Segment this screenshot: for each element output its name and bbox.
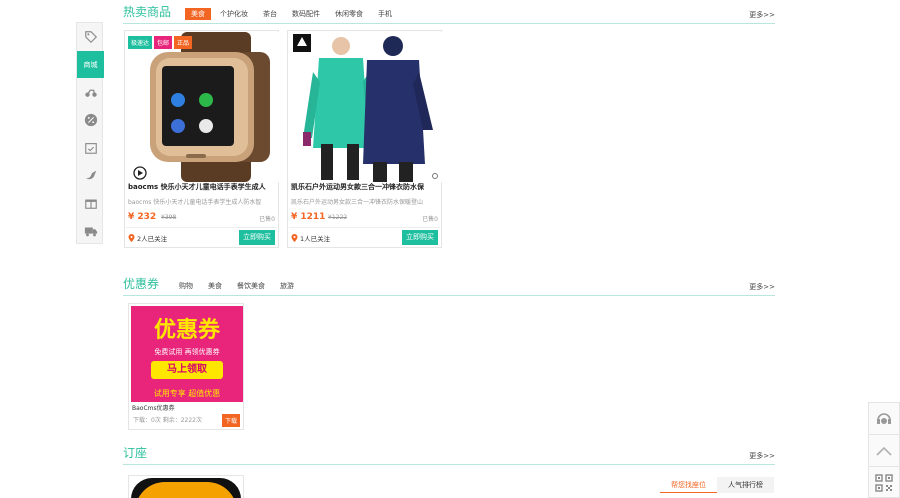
product-title[interactable]: baocms 快乐小天才儿童电话手表学生成人: [128, 182, 278, 192]
buy-now-button[interactable]: 立即购买: [239, 230, 275, 245]
sidebar-item-booking[interactable]: [77, 134, 104, 162]
product-title[interactable]: 凯乐石户外运动男女款三合一冲锋衣防水保: [291, 182, 441, 192]
sidebar-item-label: 商城: [83, 60, 98, 69]
product-old-price: ¥1222: [328, 214, 348, 221]
truck-icon: [84, 227, 97, 236]
badge-free-shipping: 包邮: [154, 36, 173, 49]
seat-image: [131, 478, 241, 498]
more-link[interactable]: 更多>>: [749, 10, 775, 20]
product-sold-count: 已售0: [422, 216, 438, 223]
tab-find-seat[interactable]: 帮您找座位: [660, 477, 717, 493]
category-sidebar: 商城: [76, 22, 104, 245]
back-to-top-button[interactable]: [869, 435, 899, 467]
headset-icon: [877, 412, 891, 424]
coupon-card[interactable]: 优惠券 免费试用 再领优惠券 马上领取 试用专享 超值优惠 BaoCms优惠券 …: [128, 303, 244, 430]
product-subtitle: 凯乐石户外运动男女款三合一冲锋衣防水保暖登山: [291, 199, 424, 206]
jacket-image: [293, 34, 438, 182]
hot-products-header: 热卖商品 美食 个护化妆 茶台 数码配件 休闲零食 手机 更多>>: [123, 2, 775, 24]
tab-food[interactable]: 美食: [202, 280, 228, 292]
location-pin-icon: [291, 234, 298, 242]
product-image[interactable]: 极速达 包邮 正品: [126, 32, 279, 182]
tab-snacks[interactable]: 休闲零食: [329, 8, 369, 20]
follow-count: 2人已关注: [137, 235, 168, 243]
tab-phones[interactable]: 手机: [372, 8, 398, 20]
smartwatch-image: [133, 32, 270, 182]
product-price: ¥ 1211: [291, 212, 326, 222]
sidebar-item-truck[interactable]: [77, 217, 104, 245]
product-sold-count: 已售0: [259, 216, 275, 223]
motorbike-icon: [84, 89, 97, 98]
coupon-header: 优惠券 购物 美食 餐饮美食 旅游 更多>>: [123, 274, 775, 296]
tab-food[interactable]: 美食: [185, 8, 212, 20]
customer-service-button[interactable]: [869, 403, 899, 435]
tab-shopping[interactable]: 购物: [173, 280, 199, 292]
sidebar-item-discount[interactable]: [77, 106, 104, 134]
seat-card[interactable]: [128, 475, 244, 498]
tab-tea[interactable]: 茶台: [257, 8, 283, 20]
sidebar-item-motorbike[interactable]: [77, 78, 104, 106]
more-link[interactable]: 更多>>: [749, 282, 775, 292]
sidebar-item-tag[interactable]: [77, 23, 104, 51]
tab-cosmetics[interactable]: 个护化妆: [214, 8, 254, 20]
seat-header: 订座 更多>>: [123, 443, 775, 465]
product-footer: 1人已关注 立即购买: [289, 227, 440, 247]
coupon-banner-title: 优惠券: [153, 318, 220, 343]
download-button[interactable]: 下载: [221, 414, 240, 427]
coupon-banner[interactable]: 优惠券 免费试用 再领优惠券 马上领取 试用专享 超值优惠: [131, 306, 243, 402]
follow-count: 1人已关注: [300, 235, 331, 243]
follow-info: 1人已关注: [291, 233, 330, 243]
tab-dining[interactable]: 餐饮美食: [231, 280, 271, 292]
section-title: 订座: [123, 446, 148, 460]
tab-travel[interactable]: 旅游: [274, 280, 300, 292]
gift-icon: [84, 199, 97, 209]
location-pin-icon: [128, 234, 135, 242]
follow-info: 2人已关注: [128, 233, 167, 243]
hot-tabs: 美食 个护化妆 茶台 数码配件 休闲零食 手机: [185, 8, 401, 23]
section-title: 热卖商品: [123, 5, 172, 19]
coupon-banner-button: 马上领取: [151, 361, 223, 379]
product-image[interactable]: [289, 32, 442, 182]
sidebar-item-gift[interactable]: [77, 189, 104, 217]
product-card[interactable]: 凯乐石户外运动男女款三合一冲锋衣防水保 凯乐石户外运动男女款三合一冲锋衣防水保暖…: [287, 30, 442, 248]
product-card[interactable]: 极速达 包邮 正品 baocms 快乐小天才儿童电话手表学生成人 baocms …: [124, 30, 279, 248]
sidebar-item-dove[interactable]: [77, 161, 104, 189]
more-link[interactable]: 更多>>: [749, 451, 775, 461]
product-price: ¥ 232: [128, 212, 157, 222]
tab-popularity-ranking[interactable]: 人气排行榜: [717, 477, 774, 493]
chevron-up-icon: [876, 446, 892, 456]
product-old-price: ¥398: [161, 214, 177, 221]
calendar-check-icon: [84, 142, 97, 154]
tag-icon: [84, 31, 97, 43]
coupon-banner-line: 免费试用 再领优惠券: [154, 348, 220, 356]
floating-toolbar: [868, 402, 900, 498]
badge-express: 极速达: [128, 36, 153, 49]
qr-code-button[interactable]: [869, 467, 899, 498]
sidebar-item-shop[interactable]: 商城: [77, 50, 104, 79]
seat-tabs: 帮您找座位 人气排行榜: [660, 477, 774, 493]
buy-now-button[interactable]: 立即购买: [402, 230, 438, 245]
tab-digital[interactable]: 数码配件: [286, 8, 326, 20]
percent-icon: [84, 113, 97, 127]
section-title: 优惠券: [123, 277, 160, 291]
product-subtitle: baocms 快乐小天才儿童电话手表学生成人防水智: [128, 199, 262, 206]
coupon-stats: 下载：0次 剩余：2222次: [133, 417, 202, 424]
coupon-banner-line: 试用专享 超值优惠: [153, 389, 221, 398]
coupon-tabs: 购物 美食 餐饮美食 旅游: [173, 280, 303, 295]
badge-group: 极速达 包邮 正品: [128, 36, 193, 49]
qr-code-icon: [875, 474, 893, 492]
dove-icon: [85, 170, 96, 180]
coupon-name[interactable]: BaoCms优惠券: [132, 403, 175, 412]
product-footer: 2人已关注 立即购买: [126, 227, 277, 247]
badge-genuine: 正品: [174, 36, 193, 49]
